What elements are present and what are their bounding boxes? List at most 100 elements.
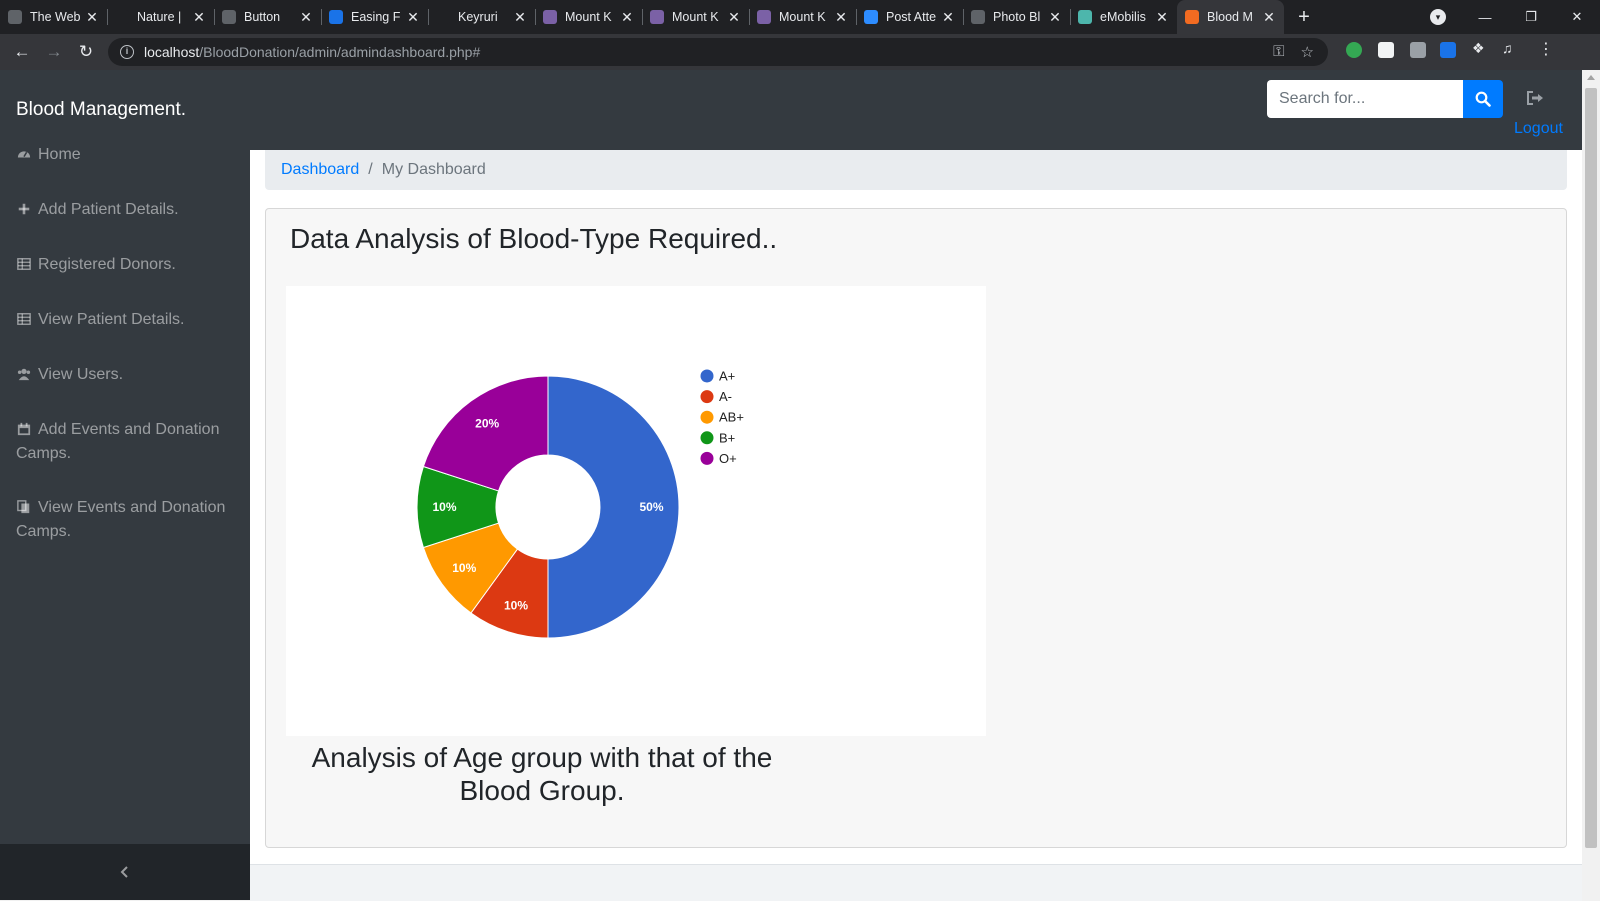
browser-tab[interactable]: Easing F ✕ <box>321 0 428 34</box>
back-icon[interactable]: ← <box>6 42 38 62</box>
sidebar-item-view-events[interactable]: View Events and Donation Camps. <box>16 496 236 544</box>
legend-item[interactable]: AB+ <box>700 410 744 425</box>
close-tab-icon[interactable]: ✕ <box>513 9 527 26</box>
scrollbar[interactable] <box>1582 70 1600 900</box>
close-tab-icon[interactable]: ✕ <box>941 9 955 26</box>
window-controls: — ❐ ✕ <box>1462 0 1600 34</box>
browser-tab[interactable]: The Web ✕ <box>0 0 107 34</box>
favicon-icon <box>8 10 22 24</box>
browser-tab[interactable]: Photo Bl ✕ <box>963 0 1070 34</box>
forward-icon[interactable]: → <box>38 42 70 62</box>
legend-marker <box>700 390 714 404</box>
copy-icon <box>17 500 30 514</box>
sidebar-item-add-events[interactable]: Add Events and Donation Camps. <box>16 418 236 466</box>
logout-link[interactable]: Logout <box>1514 120 1563 138</box>
users-icon <box>17 368 31 381</box>
close-tab-icon[interactable]: ✕ <box>192 9 206 26</box>
sidebar-item-registered-donors[interactable]: Registered Donors. <box>16 253 236 277</box>
new-tab-button[interactable]: + <box>1290 6 1318 29</box>
close-tab-icon[interactable]: ✕ <box>85 9 99 26</box>
media-control-icon[interactable]: ♫ <box>1502 40 1518 56</box>
reload-icon[interactable]: ↻ <box>70 42 102 62</box>
brand-title[interactable]: Blood Management. <box>16 99 186 121</box>
breadcrumb-separator: / <box>368 161 373 178</box>
sidebar-item-view-users[interactable]: View Users. <box>16 363 236 387</box>
main-content: Dashboard / My Dashboard Data Analysis o… <box>250 150 1582 901</box>
slice-label: 10% <box>432 500 456 514</box>
close-tab-icon[interactable]: ✕ <box>727 9 741 26</box>
favicon-icon <box>864 10 878 24</box>
browser-tab[interactable]: Nature | ✕ <box>107 0 214 34</box>
legend-label: AB+ <box>719 410 744 425</box>
close-tab-icon[interactable]: ✕ <box>406 9 420 26</box>
bookmark-star-icon[interactable]: ☆ <box>1301 43 1314 61</box>
browser-tab[interactable]: Mount K ✕ <box>642 0 749 34</box>
close-tab-icon[interactable]: ✕ <box>620 9 634 26</box>
favicon-icon <box>757 10 771 24</box>
sidebar-item-label: Add Events and Donation Camps. <box>16 421 220 462</box>
slice-label: 10% <box>452 561 476 575</box>
table-icon <box>17 258 31 270</box>
browser-tab[interactable]: Post Atte ✕ <box>856 0 963 34</box>
favicon-icon <box>222 10 236 24</box>
browser-tab[interactable]: Keyruri ✕ <box>428 0 535 34</box>
search-input[interactable] <box>1267 80 1463 118</box>
menu-icon[interactable]: ⋮ <box>1538 39 1554 58</box>
legend-label: B+ <box>719 430 735 445</box>
sidebar-item-home[interactable]: Home <box>16 143 236 167</box>
browser-tab-strip: The Web ✕ Nature | ✕ Button ✕ Easing F ✕ Keyruri… <box>0 0 1600 34</box>
sidebar-item-view-patient-details[interactable]: View Patient Details. <box>16 308 236 332</box>
restore-icon[interactable]: ❐ <box>1508 9 1554 25</box>
browser-tab[interactable]: Button ✕ <box>214 0 321 34</box>
card-subtitle: Analysis of Age group with that of the B… <box>311 742 773 806</box>
plus-icon <box>18 203 30 215</box>
table-icon <box>17 313 31 325</box>
tab-title: Button <box>244 10 281 24</box>
breadcrumb-dashboard-link[interactable]: Dashboard <box>281 161 359 179</box>
close-window-icon[interactable]: ✕ <box>1554 9 1600 25</box>
extension-icon[interactable] <box>1346 42 1362 58</box>
legend-item[interactable]: A+ <box>700 369 736 384</box>
close-tab-icon[interactable]: ✕ <box>834 9 848 26</box>
favicon-icon <box>1185 10 1199 24</box>
tab-title: Post Atte <box>886 10 937 24</box>
scroll-thumb[interactable] <box>1585 88 1597 848</box>
puzzle-icon[interactable]: ❖ <box>1472 40 1488 56</box>
site-info-icon[interactable]: i <box>120 45 134 59</box>
close-tab-icon[interactable]: ✕ <box>299 9 313 26</box>
legend-item[interactable]: B+ <box>700 430 736 445</box>
search-button[interactable] <box>1463 80 1503 118</box>
sign-out-icon[interactable] <box>1524 88 1546 108</box>
favicon-icon <box>436 10 450 24</box>
tab-search-icon[interactable]: ▾ <box>1430 9 1446 25</box>
tab-title: Photo Bl <box>993 10 1041 24</box>
browser-tab[interactable]: eMobilis ✕ <box>1070 0 1177 34</box>
extension-icon[interactable] <box>1410 42 1426 58</box>
close-tab-icon[interactable]: ✕ <box>1155 9 1169 26</box>
close-tab-icon[interactable]: ✕ <box>1048 9 1062 26</box>
favicon-icon <box>115 10 129 24</box>
browser-tab[interactable]: Mount K ✕ <box>535 0 642 34</box>
scroll-up-icon[interactable] <box>1587 75 1595 80</box>
key-icon[interactable]: ⚿ <box>1273 43 1284 61</box>
breadcrumb-current: My Dashboard <box>381 161 486 178</box>
legend-marker <box>700 369 714 383</box>
tab-title: Blood M <box>1207 10 1253 24</box>
tab-title: eMobilis <box>1100 10 1146 24</box>
legend-item[interactable]: O+ <box>700 451 737 466</box>
close-tab-icon[interactable]: ✕ <box>1262 9 1276 26</box>
legend-item[interactable]: A- <box>700 389 733 404</box>
extension-icon[interactable] <box>1378 42 1394 58</box>
legend-label: O+ <box>719 451 737 466</box>
address-bar[interactable]: i localhost/BloodDonation/admin/admindas… <box>108 38 1328 66</box>
extension-icon[interactable] <box>1440 42 1456 58</box>
browser-tab[interactable]: Mount K ✕ <box>749 0 856 34</box>
slice-label: 20% <box>475 416 499 430</box>
browser-tab[interactable]: Blood M ✕ <box>1177 0 1284 34</box>
sidebar-toggle[interactable] <box>0 844 250 900</box>
slice-label: 10% <box>504 598 528 612</box>
donut-chart: 50% 10% 10% 10% 20% A+ A- AB+ B+ O+ <box>416 369 744 639</box>
minimize-icon[interactable]: — <box>1462 10 1508 25</box>
sidebar-item-add-patient[interactable]: Add Patient Details. <box>16 198 236 222</box>
sidebar-item-label: Home <box>38 146 81 163</box>
